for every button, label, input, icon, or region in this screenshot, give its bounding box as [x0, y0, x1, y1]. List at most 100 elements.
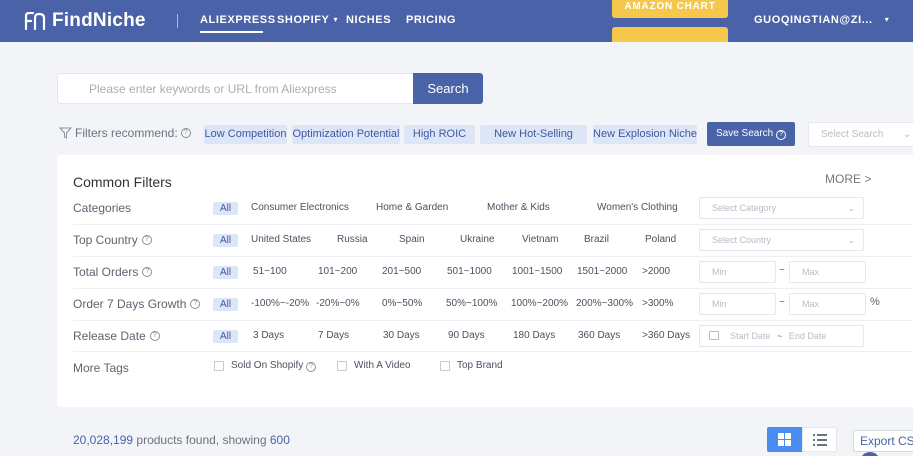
total-orders-label: Total Orders? [73, 265, 153, 279]
select-country-dropdown[interactable]: Select Country ⌄ [699, 229, 864, 251]
chip-new-hot-selling[interactable]: New Hot-Selling [480, 125, 587, 144]
logo[interactable]: FindNiche [24, 10, 146, 32]
top-country-all-option[interactable]: All [213, 234, 238, 247]
chip-high-roic[interactable]: High ROIC [404, 125, 475, 144]
sold-on-shopify-checkbox[interactable] [214, 361, 224, 371]
growth-min-input[interactable]: Min [699, 293, 776, 315]
orders-max-input[interactable]: Max [789, 261, 866, 283]
release-date-range-picker[interactable]: Start Date ~ End Date [699, 325, 864, 347]
amazon-chart-tab[interactable] [612, 27, 728, 42]
results-showing: 600 [269, 433, 290, 447]
chevron-down-icon: ⌄ [847, 235, 855, 245]
select-country-placeholder: Select Country [712, 235, 772, 245]
chevron-down-icon: ⌄ [903, 129, 912, 140]
help-icon[interactable]: ? [306, 362, 317, 372]
nav-active-indicator [200, 31, 263, 33]
range-separator: ~ [779, 265, 785, 276]
with-a-video-checkbox[interactable] [337, 361, 347, 371]
country-option[interactable]: Brazil [584, 234, 609, 245]
growth-option[interactable]: -20%~0% [316, 298, 360, 309]
category-option[interactable]: Women's Clothing [597, 202, 678, 213]
sold-on-shopify-label[interactable]: Sold On Shopify ? [231, 360, 317, 372]
orders-min-input[interactable]: Min [699, 261, 776, 283]
list-view-button[interactable] [802, 427, 837, 452]
select-search-dropdown[interactable]: Select Search ⌄ [808, 122, 913, 147]
nav-shopify[interactable]: SHOPIFY ▾ [277, 14, 338, 26]
total-orders-all-option[interactable]: All [213, 266, 238, 279]
country-option[interactable]: United States [251, 234, 311, 245]
release-option[interactable]: 180 Days [513, 330, 555, 341]
orders-option[interactable]: 1501~2000 [577, 266, 627, 277]
orders-option[interactable]: 1001~1500 [512, 266, 562, 277]
more-filters-link[interactable]: MORE > [825, 172, 871, 186]
top-brand-checkbox[interactable] [440, 361, 450, 371]
country-option[interactable]: Ukraine [460, 234, 494, 245]
export-csv-button[interactable]: Export CSV [853, 430, 913, 452]
search-input[interactable] [57, 73, 415, 104]
category-option[interactable]: Mother & Kids [487, 202, 550, 213]
row-divider [73, 288, 913, 289]
common-filters-panel: Common Filters MORE > Categories All Con… [57, 155, 913, 407]
orders-option[interactable]: 101~200 [318, 266, 357, 277]
growth-max-input[interactable]: Max [789, 293, 866, 315]
country-option[interactable]: Russia [337, 234, 368, 245]
release-option[interactable]: 360 Days [578, 330, 620, 341]
release-option[interactable]: >360 Days [642, 330, 690, 341]
release-option[interactable]: 7 Days [318, 330, 349, 341]
country-option[interactable]: Vietnam [522, 234, 559, 245]
chevron-down-icon: ⌄ [847, 203, 855, 213]
calendar-icon [709, 331, 719, 340]
grid-view-button[interactable] [767, 427, 802, 452]
logo-divider [177, 14, 178, 28]
chip-low-competition[interactable]: Low Competition [204, 125, 287, 144]
floating-help-button[interactable] [860, 452, 880, 456]
user-menu[interactable]: GUOQINGTIAN@ZI... ▾ [754, 14, 889, 26]
amazon-chart-button[interactable]: AMAZON CHART [612, 0, 728, 18]
release-date-label: Release Date? [73, 329, 160, 343]
order-growth-all-option[interactable]: All [213, 298, 238, 311]
release-option[interactable]: 90 Days [448, 330, 485, 341]
orders-option[interactable]: >2000 [642, 266, 670, 277]
save-search-button[interactable]: Save Search ? [707, 122, 795, 146]
help-icon[interactable]: ? [141, 235, 152, 245]
nav-pricing[interactable]: PRICING [406, 14, 456, 26]
nav-niches[interactable]: NICHES [346, 14, 391, 26]
chip-new-explosion-niche[interactable]: New Explosion Niche [593, 125, 697, 144]
release-option[interactable]: 3 Days [253, 330, 284, 341]
search-button[interactable]: Search [413, 73, 483, 104]
top-country-label: Top Country? [73, 233, 152, 247]
orders-option[interactable]: 201~500 [382, 266, 421, 277]
chevron-down-icon: ▾ [884, 15, 890, 24]
nav-aliexpress[interactable]: ALIEXPRESS [200, 14, 276, 26]
total-orders-label-text: Total Orders [73, 265, 139, 279]
with-a-video-label[interactable]: With A Video [354, 360, 411, 371]
orders-option[interactable]: 51~100 [253, 266, 287, 277]
select-category-dropdown[interactable]: Select Category ⌄ [699, 197, 864, 219]
grid-view-icon [778, 433, 791, 446]
help-icon[interactable]: ? [190, 299, 201, 309]
chip-optimization-potential[interactable]: Optimization Potential [292, 125, 400, 144]
orders-max-placeholder: Max [802, 267, 820, 277]
categories-all-option[interactable]: All [213, 202, 238, 215]
category-option[interactable]: Consumer Electronics [251, 202, 349, 213]
help-icon: ? [776, 130, 787, 140]
list-view-icon [813, 434, 827, 446]
growth-option[interactable]: 0%~50% [382, 298, 422, 309]
country-option[interactable]: Poland [645, 234, 676, 245]
growth-option[interactable]: >300% [642, 298, 673, 309]
category-option[interactable]: Home & Garden [376, 202, 448, 213]
row-divider [73, 320, 913, 321]
help-icon[interactable]: ? [149, 331, 160, 341]
growth-option[interactable]: 100%~200% [511, 298, 568, 309]
start-date-placeholder: Start Date [730, 331, 771, 341]
release-date-all-option[interactable]: All [213, 330, 238, 343]
growth-option[interactable]: -100%~-20% [251, 298, 309, 309]
release-option[interactable]: 30 Days [383, 330, 420, 341]
top-brand-label[interactable]: Top Brand [457, 360, 503, 371]
help-icon[interactable]: ? [180, 128, 191, 138]
growth-option[interactable]: 50%~100% [446, 298, 497, 309]
orders-option[interactable]: 501~1000 [447, 266, 492, 277]
help-icon[interactable]: ? [142, 267, 153, 277]
country-option[interactable]: Spain [399, 234, 425, 245]
growth-option[interactable]: 200%~300% [576, 298, 633, 309]
